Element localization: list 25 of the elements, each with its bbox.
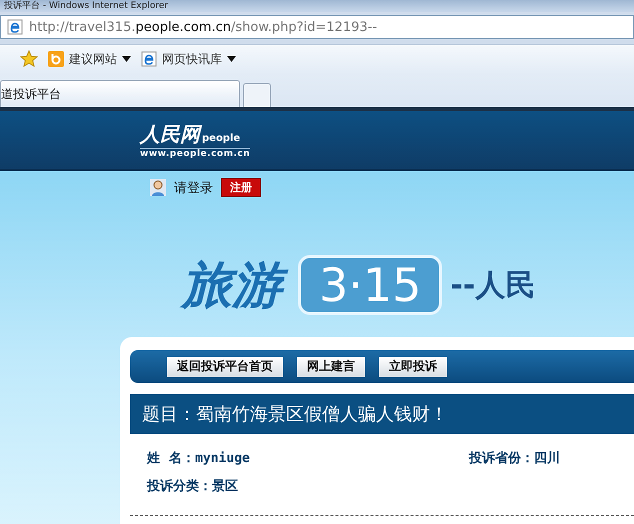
register-link[interactable]: 注册 [221, 178, 261, 197]
b-logo-icon [48, 51, 64, 67]
info-field: 投诉省份：四川 [469, 449, 634, 467]
window-title: 投诉平台 - Windows Internet Explorer [4, 0, 168, 12]
login-link[interactable]: 请登录 [174, 178, 213, 196]
banner-title: 旅游 [178, 253, 290, 317]
complaint-title: 题目：蜀南竹海景区假僧人骗人钱财！ [142, 403, 448, 426]
nav-button[interactable]: 网上建言 [297, 356, 365, 376]
ie-icon [7, 19, 23, 35]
caret-icon[interactable] [227, 56, 236, 62]
nav-button[interactable]: 返回投诉平台首页 [167, 356, 283, 376]
site-logo[interactable]: 人民网people www.people.com.cn [140, 121, 250, 159]
address-field[interactable]: http://travel315.people.com.cn/show.php?id=12193-- [0, 15, 634, 39]
info-field: 投诉分类：景区 [147, 477, 469, 495]
banner-badge: 3·15 [298, 255, 442, 315]
caret-icon[interactable] [122, 56, 131, 62]
ie-icon [141, 51, 157, 67]
browser-tab[interactable]: 道投诉平台 [0, 80, 240, 107]
favorites-link[interactable]: 建议网站 [48, 50, 131, 68]
nav-button[interactable]: 立即投诉 [379, 356, 447, 376]
user-icon [150, 179, 166, 196]
banner-subtitle: --人民 [450, 266, 536, 304]
info-field: 姓 名：myniuge [147, 449, 469, 467]
star-icon[interactable] [20, 50, 38, 68]
favorites-link[interactable]: 网页快讯库 [141, 50, 236, 68]
